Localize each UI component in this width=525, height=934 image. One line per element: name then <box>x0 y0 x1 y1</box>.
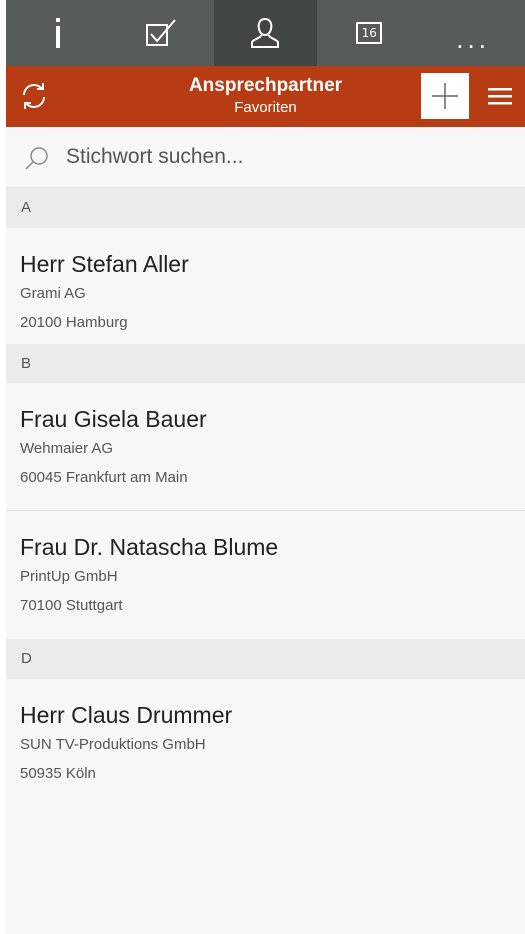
contact-company: Wehmaier AG <box>20 440 114 457</box>
search-bar <box>6 127 525 188</box>
tab-tasks[interactable] <box>110 0 214 66</box>
tab-info[interactable] <box>6 0 110 66</box>
search-icon <box>25 147 48 170</box>
app-frame: 16 ... Ansprechpartner Favoriten Stichwo… <box>6 0 525 934</box>
top-navigation: 16 ... <box>6 0 525 66</box>
contact-list-item[interactable]: Frau Dr. Natascha Blume PrintUp GmbH 701… <box>6 511 525 639</box>
contact-city: 60045 Frankfurt am Main <box>20 469 188 486</box>
section-header-a: A <box>6 188 525 228</box>
checkbox-icon <box>145 19 176 46</box>
search-input[interactable] <box>66 141 486 173</box>
contact-list-item[interactable]: Herr Claus Drummer SUN TV-Produktions Gm… <box>6 679 525 799</box>
contact-city: 20100 Hamburg <box>20 314 128 331</box>
tab-contacts[interactable] <box>213 0 318 66</box>
contact-name: Herr Stefan Aller <box>20 251 189 277</box>
tab-more[interactable]: ... <box>421 0 525 66</box>
contact-list-item[interactable]: Herr Stefan Aller Grami AG 20100 Hamburg <box>6 228 525 344</box>
hamburger-menu-icon[interactable] <box>486 84 514 108</box>
plus-icon <box>432 83 458 109</box>
contact-company: SUN TV-Produktions GmbH <box>20 736 206 753</box>
section-header-d: D <box>6 639 525 679</box>
section-header-b: B <box>6 344 525 383</box>
contact-city: 50935 Köln <box>20 765 96 782</box>
contact-list-item[interactable]: Frau Gisela Bauer Wehmaier AG 60045 Fran… <box>6 383 525 510</box>
contact-company: PrintUp GmbH <box>20 568 118 585</box>
contact-city: 70100 Stuttgart <box>20 597 123 614</box>
contact-name: Frau Gisela Bauer <box>20 406 207 432</box>
more-icon: ... <box>456 24 490 54</box>
contact-name: Herr Claus Drummer <box>20 702 233 728</box>
app-header: Ansprechpartner Favoriten <box>6 66 525 127</box>
add-contact-button[interactable] <box>421 73 469 119</box>
tab-calendar[interactable]: 16 <box>317 0 421 66</box>
contact-name: Frau Dr. Natascha Blume <box>20 534 279 560</box>
contact-company: Grami AG <box>20 285 86 302</box>
info-icon <box>55 18 60 48</box>
calendar-icon: 16 <box>356 22 383 44</box>
contact-person-icon <box>251 17 280 48</box>
